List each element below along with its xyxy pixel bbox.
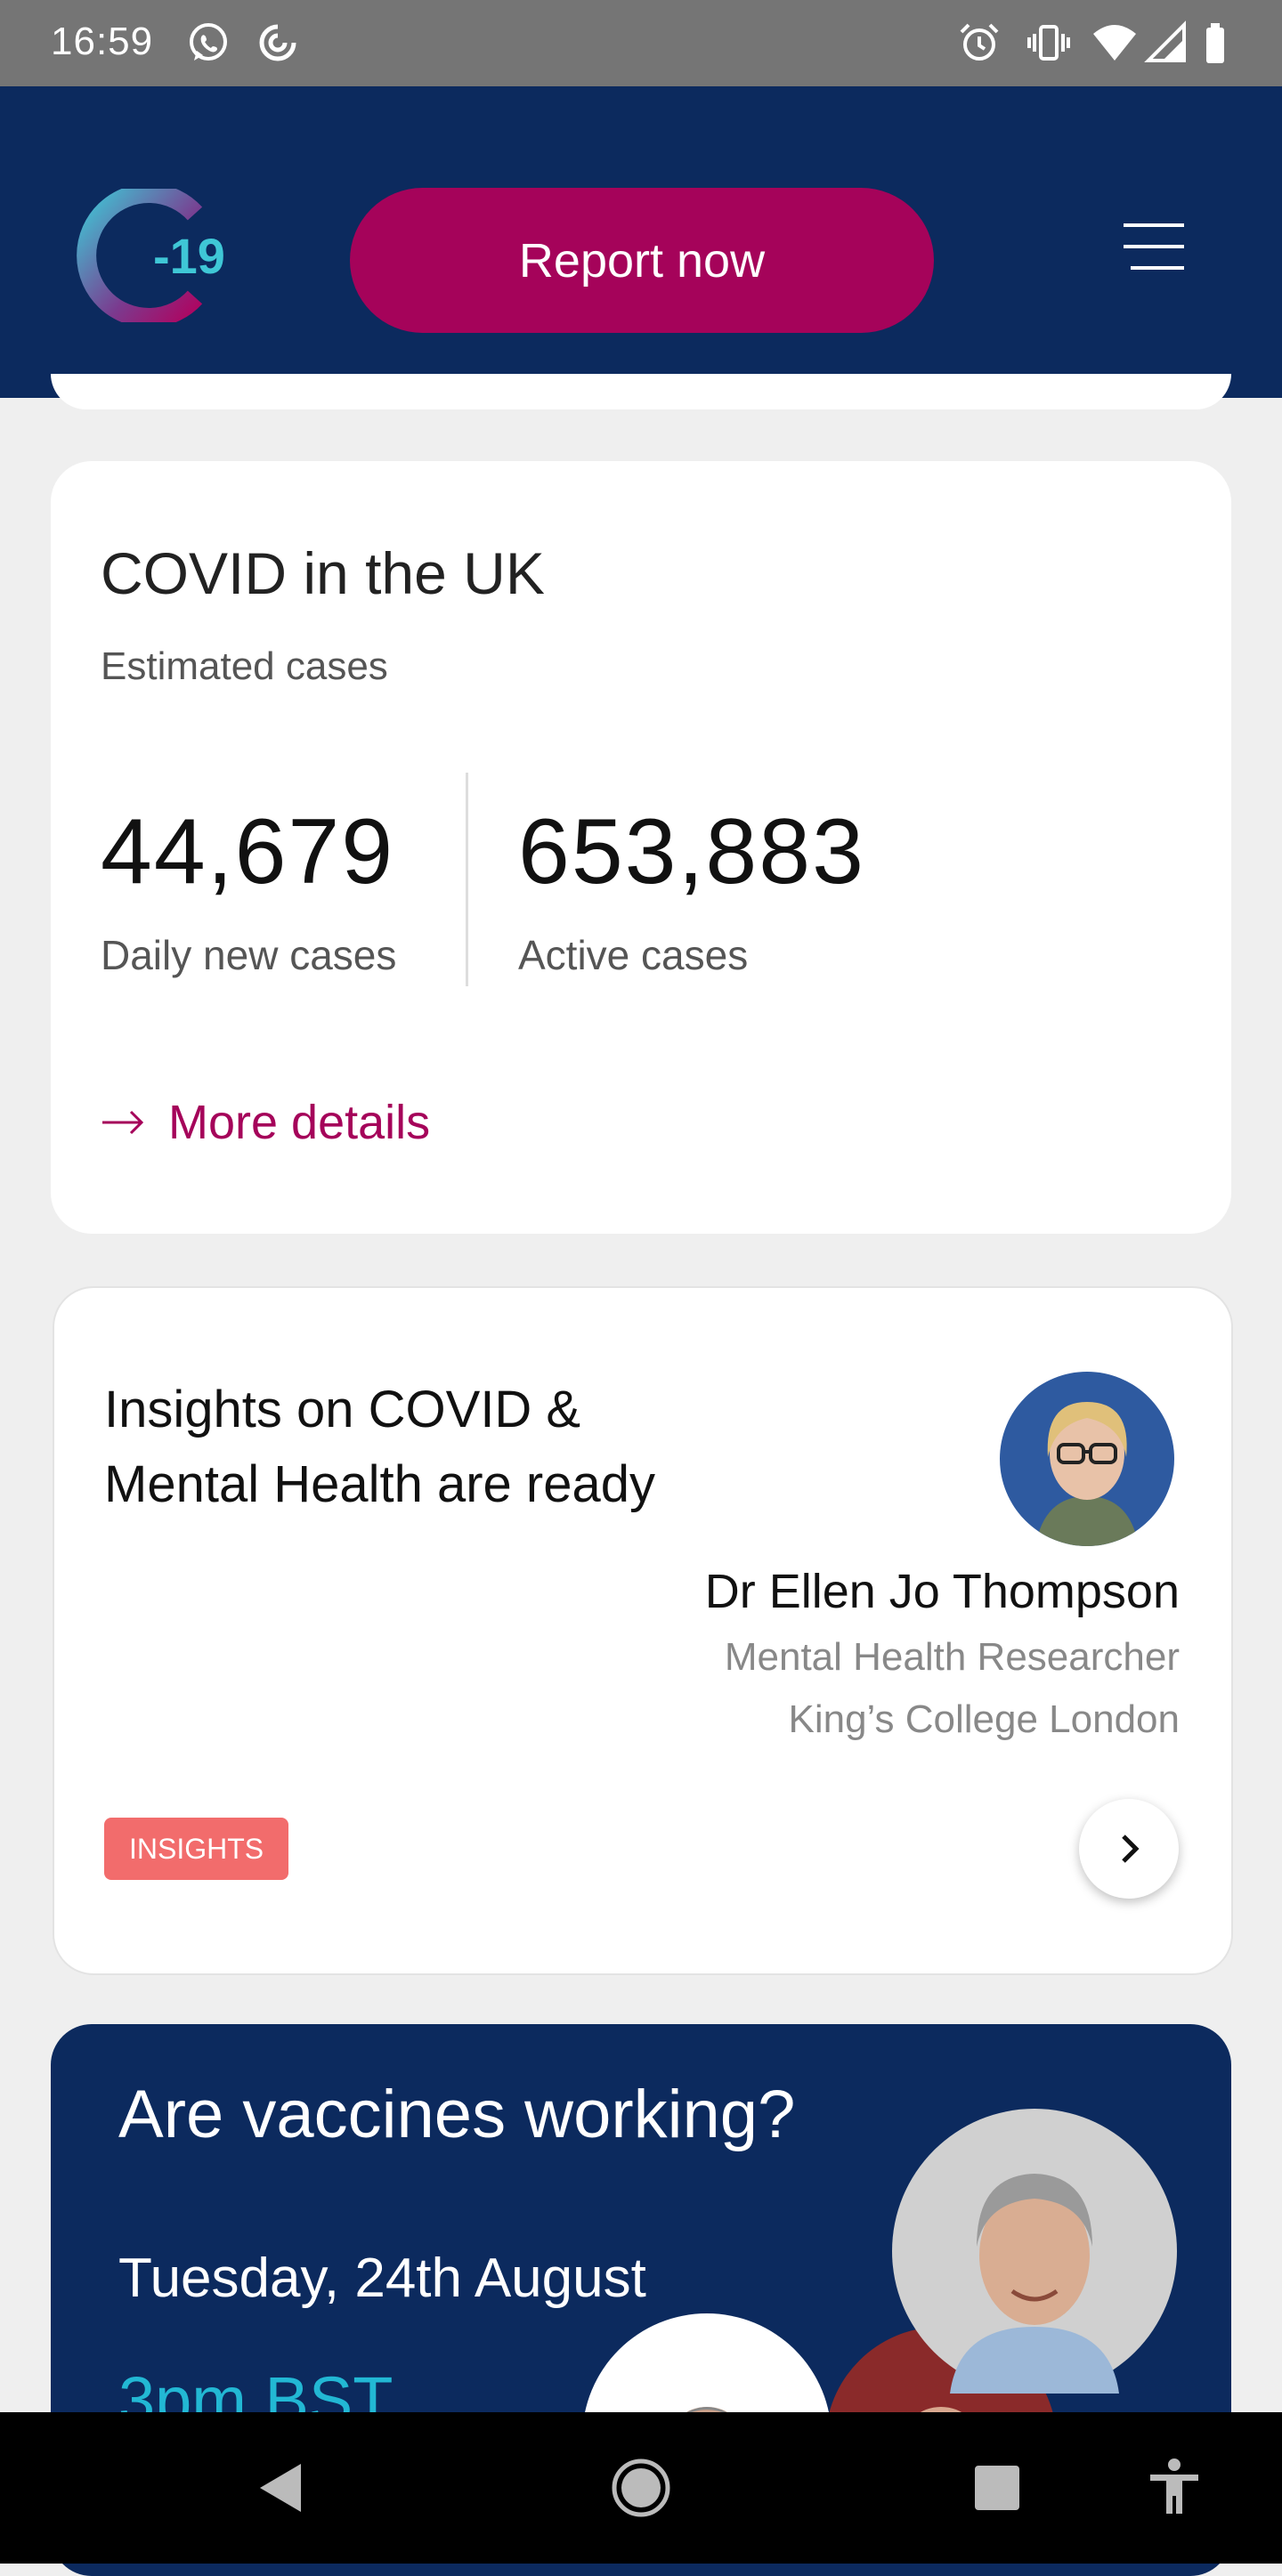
wifi-icon (1093, 25, 1136, 61)
active-cases-label: Active cases (518, 932, 749, 978)
back-icon[interactable] (251, 2457, 313, 2519)
alarm-icon (960, 23, 999, 61)
whatsapp-icon (190, 23, 227, 61)
logo-text: -19 (153, 228, 225, 284)
chevron-right-icon (1122, 1835, 1140, 1863)
insights-badge: INSIGHTS (104, 1818, 289, 1880)
daily-new-cases-label: Daily new cases (101, 932, 397, 978)
author-avatar (1000, 1372, 1174, 1546)
covid-uk-card: COVID in the UK Estimated cases 44,679 D… (51, 461, 1231, 1234)
recents-icon[interactable] (966, 2457, 1028, 2519)
battery-icon (1206, 23, 1224, 63)
author-organization: King’s College London (788, 1697, 1180, 1741)
report-now-button[interactable]: Report now (350, 188, 934, 333)
c19-logo[interactable]: -19 (75, 189, 244, 322)
covid-card-title: COVID in the UK (101, 540, 545, 606)
author-name: Dr Ellen Jo Thompson (704, 1565, 1180, 1618)
daily-new-cases-value: 44,679 (101, 800, 395, 903)
accessibility-icon[interactable] (1143, 2457, 1205, 2519)
system-nav-bar (0, 2412, 1282, 2564)
covid-card-subtitle: Estimated cases (101, 644, 388, 688)
app-header: -19 Report now (0, 86, 1282, 398)
next-button[interactable] (1079, 1799, 1179, 1899)
more-details-label: More details (168, 1096, 431, 1149)
active-cases-value: 653,883 (518, 800, 865, 903)
home-icon[interactable] (610, 2457, 672, 2519)
status-bar: 16:59 (0, 0, 1282, 86)
stat-divider (466, 773, 468, 986)
sync-icon (259, 24, 296, 61)
insights-title: Insights on COVID & Mental Health are re… (104, 1381, 655, 1513)
arrow-right-icon (102, 1110, 144, 1135)
hamburger-menu-icon[interactable] (1120, 220, 1188, 273)
vibrate-icon (1027, 25, 1070, 61)
status-time: 16:59 (51, 20, 154, 63)
author-role: Mental Health Researcher (724, 1635, 1180, 1679)
signal-icon (1144, 20, 1186, 62)
more-details-link[interactable]: More details (101, 1095, 430, 1150)
insights-card[interactable]: Insights on COVID & Mental Health are re… (53, 1286, 1233, 1975)
previous-card-edge (51, 374, 1231, 409)
